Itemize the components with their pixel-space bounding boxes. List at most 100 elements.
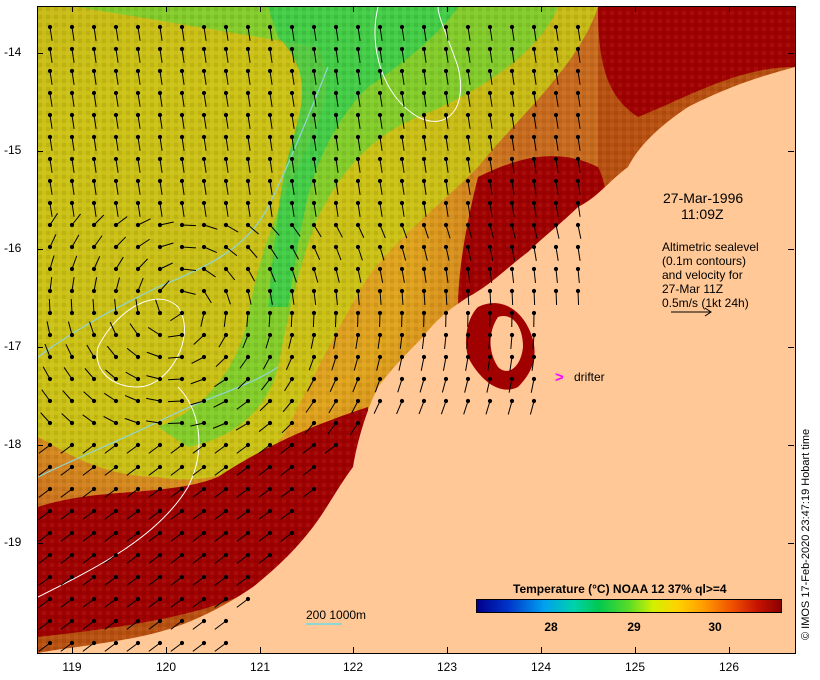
velocity-arrow-origin bbox=[201, 552, 207, 558]
velocity-arrow-origin bbox=[157, 244, 163, 250]
velocity-arrow-origin bbox=[575, 134, 581, 140]
velocity-arrow-origin bbox=[465, 288, 471, 294]
velocity-arrow-origin bbox=[531, 354, 537, 360]
velocity-arrow-origin bbox=[289, 332, 295, 338]
velocity-arrow-origin bbox=[421, 178, 427, 184]
velocity-arrow-origin bbox=[377, 112, 383, 118]
velocity-arrow-origin bbox=[531, 288, 537, 294]
velocity-arrow-origin bbox=[421, 156, 427, 162]
velocity-arrow-origin bbox=[69, 156, 75, 162]
velocity-arrow-origin bbox=[201, 486, 207, 492]
velocity-arrow-origin bbox=[69, 68, 75, 74]
velocity-arrow-origin bbox=[179, 46, 185, 52]
velocity-arrow-origin bbox=[377, 24, 383, 30]
velocity-arrow-origin bbox=[201, 46, 207, 52]
longitude-tick bbox=[166, 6, 167, 12]
velocity-arrow-origin bbox=[69, 112, 75, 118]
velocity-arrow-origin bbox=[113, 596, 119, 602]
velocity-arrow-origin bbox=[289, 90, 295, 96]
velocity-arrow-origin bbox=[157, 442, 163, 448]
velocity-arrow-origin bbox=[179, 222, 185, 228]
velocity-arrow-origin bbox=[201, 618, 207, 624]
velocity-arrow-origin bbox=[69, 178, 75, 184]
velocity-arrow-origin bbox=[245, 486, 251, 492]
velocity-arrow-origin bbox=[377, 332, 383, 338]
velocity-arrow-origin bbox=[69, 222, 75, 228]
velocity-arrow-origin bbox=[553, 112, 559, 118]
velocity-arrow-origin bbox=[355, 398, 361, 404]
velocity-arrow-origin bbox=[267, 332, 273, 338]
velocity-arrow-origin bbox=[465, 24, 471, 30]
velocity-arrow-origin bbox=[267, 90, 273, 96]
longitude-tick bbox=[72, 6, 73, 12]
info-line: and velocity for bbox=[662, 268, 743, 282]
date-text: 27-Mar-1996 bbox=[663, 190, 744, 206]
velocity-arrow-origin bbox=[113, 618, 119, 624]
velocity-arrow-origin bbox=[311, 310, 317, 316]
velocity-arrow-origin bbox=[421, 68, 427, 74]
velocity-arrow-origin bbox=[135, 486, 141, 492]
colorbar-title: Temperature (°C) NOAA 12 37% ql>=4 bbox=[513, 582, 727, 596]
velocity-arrow-origin bbox=[487, 46, 493, 52]
velocity-arrow-origin bbox=[531, 310, 537, 316]
velocity-arrow-origin bbox=[135, 442, 141, 448]
velocity-arrow-origin bbox=[69, 464, 75, 470]
velocity-arrow bbox=[312, 312, 315, 328]
velocity-arrow-origin bbox=[91, 222, 97, 228]
velocity-arrow-origin bbox=[553, 24, 559, 30]
velocity-arrow-origin bbox=[355, 200, 361, 206]
longitude-tick-label: 123 bbox=[436, 660, 458, 674]
velocity-arrow-origin bbox=[355, 310, 361, 316]
velocity-arrow-origin bbox=[157, 46, 163, 52]
velocity-arrow-origin bbox=[47, 398, 53, 404]
velocity-arrow-origin bbox=[113, 376, 119, 382]
drifter-label: drifter bbox=[574, 370, 605, 384]
velocity-arrow-origin bbox=[531, 134, 537, 140]
velocity-arrow-origin bbox=[465, 244, 471, 250]
velocity-arrow-origin bbox=[399, 112, 405, 118]
velocity-arrow-origin bbox=[179, 464, 185, 470]
copyright-text: © IMOS 17-Feb-2020 23:47:19 Hobart time bbox=[800, 428, 812, 640]
velocity-arrow-origin bbox=[509, 156, 515, 162]
velocity-arrow-origin bbox=[245, 178, 251, 184]
velocity-arrow-origin bbox=[399, 178, 405, 184]
velocity-arrow-origin bbox=[201, 222, 207, 228]
velocity-arrow-origin bbox=[487, 310, 493, 316]
velocity-arrow-origin bbox=[311, 46, 317, 52]
velocity-arrow-origin bbox=[47, 222, 53, 228]
velocity-arrow-origin bbox=[113, 178, 119, 184]
velocity-arrow-origin bbox=[157, 200, 163, 206]
velocity-arrow bbox=[577, 290, 580, 306]
velocity-arrow-origin bbox=[179, 420, 185, 426]
time-text: 11:09Z bbox=[681, 206, 724, 222]
velocity-arrow-origin bbox=[355, 288, 361, 294]
velocity-arrow-origin bbox=[223, 156, 229, 162]
latitude-tick-label: -16 bbox=[4, 241, 22, 255]
velocity-arrow-origin bbox=[135, 156, 141, 162]
velocity-arrow-origin bbox=[267, 398, 273, 404]
velocity-arrow-origin bbox=[201, 90, 207, 96]
velocity-arrow-origin bbox=[179, 574, 185, 580]
velocity-arrow-origin bbox=[113, 90, 119, 96]
velocity-arrow-origin bbox=[113, 530, 119, 536]
velocity-arrow-origin bbox=[289, 530, 295, 536]
velocity-arrow-origin bbox=[399, 332, 405, 338]
velocity-arrow-origin bbox=[399, 266, 405, 272]
velocity-arrow-origin bbox=[135, 640, 141, 646]
velocity-arrow-origin bbox=[91, 112, 97, 118]
velocity-arrow-origin bbox=[91, 530, 97, 536]
velocity-arrow-origin bbox=[135, 574, 141, 580]
velocity-arrow-origin bbox=[47, 46, 53, 52]
velocity-arrow-origin bbox=[69, 552, 75, 558]
velocity-arrow-origin bbox=[245, 200, 251, 206]
velocity-arrow-origin bbox=[267, 552, 273, 558]
velocity-arrow-origin bbox=[179, 68, 185, 74]
velocity-arrow-origin bbox=[91, 288, 97, 294]
velocity-arrow-origin bbox=[267, 134, 273, 140]
info-line: Altimetric sealevel bbox=[662, 240, 759, 254]
velocity-arrow-origin bbox=[267, 156, 273, 162]
velocity-arrow-origin bbox=[355, 46, 361, 52]
velocity-arrow-origin bbox=[531, 156, 537, 162]
velocity-arrow-origin bbox=[69, 310, 75, 316]
velocity-arrow-origin bbox=[289, 310, 295, 316]
